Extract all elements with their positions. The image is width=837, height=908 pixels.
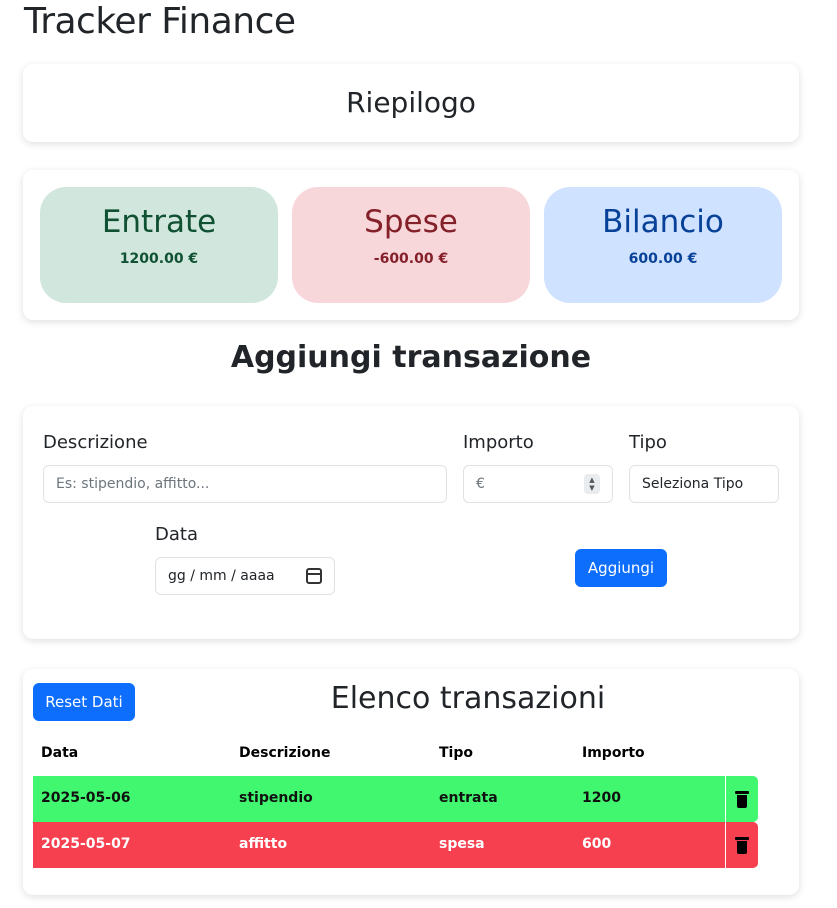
tipo-label: Tipo — [629, 432, 667, 453]
trash-icon — [735, 790, 749, 808]
transactions-card: Reset Dati Elenco transazioni Data Descr… — [23, 669, 799, 895]
importo-label: Importo — [463, 432, 534, 453]
bilancio-value: 600.00 € — [628, 251, 698, 267]
descrizione-placeholder: Es: stipendio, affitto... — [56, 476, 210, 492]
table-row: 2025-05-07 affitto spesa 600 — [33, 822, 725, 868]
descrizione-input[interactable]: Es: stipendio, affitto... — [43, 465, 447, 503]
tipo-selected: Seleziona Tipo — [642, 476, 744, 492]
row-tipo: spesa — [439, 836, 485, 852]
riepilogo-title: Riepilogo — [346, 86, 476, 119]
aggiungi-button[interactable]: Aggiungi — [575, 549, 667, 587]
tipo-select[interactable]: Seleziona Tipo — [629, 465, 779, 503]
importo-placeholder: € — [476, 476, 485, 492]
spinner-icon[interactable]: ▲ ▼ — [584, 474, 600, 494]
entrate-label: Entrate — [101, 204, 217, 240]
row-importo: 1200 — [582, 790, 621, 806]
row-data: 2025-05-07 — [41, 836, 131, 852]
delete-button[interactable] — [726, 776, 758, 822]
trash-icon — [735, 836, 749, 854]
column-header-importo: Importo — [582, 745, 645, 761]
spese-label: Spese — [364, 204, 458, 240]
summary-card: Entrate 1200.00 € Spese -600.00 € Bilanc… — [23, 170, 799, 320]
riepilogo-card: Riepilogo — [23, 64, 799, 142]
entrate-value: 1200.00 € — [119, 251, 199, 267]
app-title: Tracker Finance — [24, 1, 296, 42]
column-header-data: Data — [41, 745, 79, 761]
row-data: 2025-05-06 — [41, 790, 131, 806]
row-descrizione: stipendio — [239, 790, 313, 806]
table-row: 2025-05-06 stipendio entrata 1200 — [33, 776, 725, 822]
form-section-title: Aggiungi transazione — [230, 340, 592, 375]
spese-box: Spese -600.00 € — [292, 187, 530, 303]
row-importo: 600 — [582, 836, 612, 852]
bilancio-box: Bilancio 600.00 € — [544, 187, 782, 303]
entrate-box: Entrate 1200.00 € — [40, 187, 278, 303]
list-title: Elenco transazioni — [330, 681, 606, 716]
reset-button[interactable]: Reset Dati — [33, 683, 135, 721]
spese-value: -600.00 € — [373, 251, 449, 267]
calendar-icon[interactable] — [306, 568, 322, 584]
data-input[interactable]: gg / mm / aaaa — [155, 557, 335, 595]
importo-input[interactable]: € ▲ ▼ — [463, 465, 613, 503]
column-header-descrizione: Descrizione — [239, 745, 331, 761]
column-header-tipo: Tipo — [439, 745, 473, 761]
data-placeholder: gg / mm / aaaa — [168, 568, 275, 584]
data-label: Data — [155, 524, 198, 545]
bilancio-label: Bilancio — [602, 204, 724, 240]
delete-button[interactable] — [726, 822, 758, 868]
row-tipo: entrata — [439, 790, 498, 806]
transaction-form-card: Descrizione Es: stipendio, affitto... Im… — [23, 406, 799, 639]
descrizione-label: Descrizione — [43, 432, 148, 453]
row-descrizione: affitto — [239, 836, 288, 852]
